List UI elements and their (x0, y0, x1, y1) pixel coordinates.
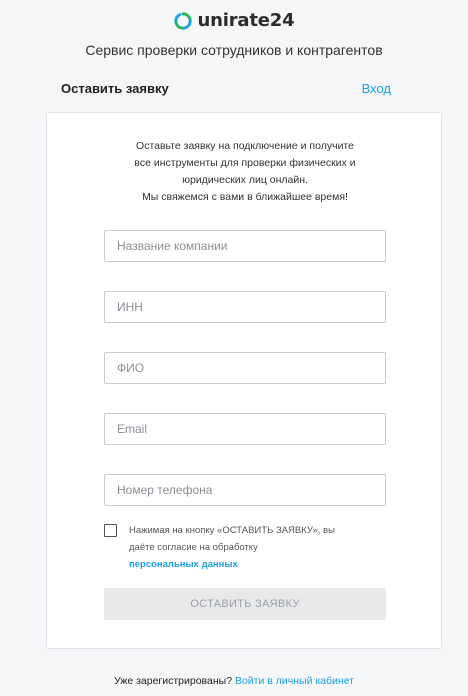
consent-text: Нажимая на кнопку «ОСТАВИТЬ ЗАЯВКУ», вы … (129, 522, 335, 573)
intro-line: все инструменты для проверки физических … (134, 157, 356, 169)
submit-request-button[interactable]: ОСТАВИТЬ ЗАЯВКУ (104, 588, 386, 620)
page-subtitle: Сервис проверки сотрудников и контрагент… (85, 42, 383, 58)
footer: Уже зарегистрированы? Войти в личный каб… (0, 675, 468, 687)
logo[interactable]: unirate24 (0, 10, 468, 31)
consent-block: Нажимая на кнопку «ОСТАВИТЬ ЗАЯВКУ», вы … (104, 522, 394, 573)
page-title: Оставить заявку (61, 81, 169, 96)
email-input[interactable] (104, 413, 386, 445)
personal-data-link[interactable]: персональных данных (129, 556, 335, 573)
consent-text-line: Нажимая на кнопку «ОСТАВИТЬ ЗАЯВКУ», вы (129, 525, 335, 536)
intro-line: Оставьте заявку на подключение и получит… (136, 140, 354, 152)
topbar: Оставить заявку Вход (61, 81, 391, 96)
intro-text: Оставьте заявку на подключение и получит… (47, 138, 443, 206)
request-form-card: Оставьте заявку на подключение и получит… (46, 112, 442, 649)
fio-input[interactable] (104, 352, 386, 384)
intro-line: юридических лиц онлайн. (182, 174, 308, 186)
consent-checkbox[interactable] (104, 524, 117, 537)
personal-cabinet-link[interactable]: Войти в личный кабинет (235, 675, 354, 687)
inn-input[interactable] (104, 291, 386, 323)
unirate-logo-icon (173, 11, 192, 30)
consent-text-line: даёте согласие на обработку (129, 542, 258, 553)
intro-line: Мы свяжемся с вами в ближайшее время! (142, 191, 348, 203)
phone-input[interactable] (104, 474, 386, 506)
login-link[interactable]: Вход (362, 81, 391, 96)
footer-text: Уже зарегистрированы? (113, 675, 233, 687)
page: unirate24 Сервис проверки сотрудников и … (0, 0, 468, 696)
logo-text: unirate24 (197, 10, 295, 31)
company-name-input[interactable] (104, 230, 386, 262)
